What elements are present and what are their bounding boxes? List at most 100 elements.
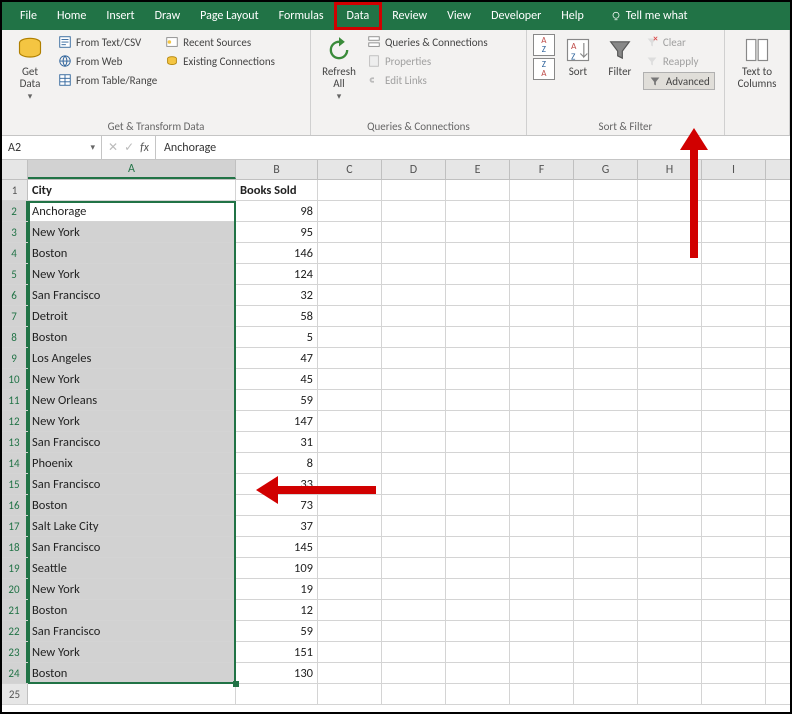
cell[interactable] [318, 264, 382, 284]
cell[interactable]: 59 [236, 390, 318, 410]
cell[interactable] [574, 642, 638, 662]
cell[interactable] [702, 201, 766, 221]
cell[interactable] [574, 411, 638, 431]
cell[interactable]: Detroit [28, 306, 236, 326]
cell[interactable] [318, 306, 382, 326]
row-header[interactable]: 14 [2, 453, 28, 473]
cell[interactable]: New Orleans [28, 390, 236, 410]
cell[interactable] [638, 201, 702, 221]
cell[interactable]: 33 [236, 474, 318, 494]
cell[interactable] [574, 264, 638, 284]
cell[interactable] [638, 327, 702, 347]
existing-connections-button[interactable]: Existing Connections [163, 53, 277, 69]
tab-page-layout[interactable]: Page Layout [190, 2, 268, 30]
cell[interactable] [574, 621, 638, 641]
cell[interactable] [318, 180, 382, 200]
cell[interactable] [702, 537, 766, 557]
cell[interactable] [510, 264, 574, 284]
row-header[interactable]: 12 [2, 411, 28, 431]
row-header[interactable]: 15 [2, 474, 28, 494]
row-header[interactable]: 18 [2, 537, 28, 557]
from-table-range-button[interactable]: From Table/Range [56, 72, 159, 88]
cell[interactable] [318, 390, 382, 410]
cell[interactable] [574, 579, 638, 599]
cell[interactable] [638, 684, 702, 704]
cell[interactable] [382, 621, 446, 641]
cell[interactable] [638, 600, 702, 620]
sort-button[interactable]: AZ Sort [559, 34, 597, 78]
cell[interactable] [510, 516, 574, 536]
recent-sources-button[interactable]: Recent Sources [163, 34, 277, 50]
cell[interactable] [574, 180, 638, 200]
col-header-A[interactable]: A [28, 160, 236, 179]
cell[interactable] [638, 390, 702, 410]
cell[interactable] [318, 432, 382, 452]
cell[interactable] [382, 558, 446, 578]
tab-file[interactable]: File [10, 2, 47, 30]
cell[interactable] [446, 306, 510, 326]
cell[interactable] [446, 474, 510, 494]
cell[interactable] [382, 495, 446, 515]
cell[interactable] [702, 474, 766, 494]
cell[interactable] [638, 495, 702, 515]
cell[interactable] [510, 579, 574, 599]
cell[interactable] [638, 537, 702, 557]
cell[interactable] [446, 264, 510, 284]
cell[interactable] [574, 453, 638, 473]
row-header[interactable]: 7 [2, 306, 28, 326]
cell[interactable] [382, 663, 446, 683]
cell[interactable] [510, 285, 574, 305]
get-data-button[interactable]: Get Data ▾ [8, 34, 52, 102]
cell[interactable]: Books Sold [236, 180, 318, 200]
row-header[interactable]: 19 [2, 558, 28, 578]
cell[interactable] [702, 495, 766, 515]
cell[interactable]: 47 [236, 348, 318, 368]
cell[interactable]: New York [28, 222, 236, 242]
cell[interactable] [702, 411, 766, 431]
cell[interactable] [28, 684, 236, 704]
cell[interactable] [510, 495, 574, 515]
cell[interactable] [702, 285, 766, 305]
cell[interactable] [638, 243, 702, 263]
cell[interactable] [510, 474, 574, 494]
cell[interactable] [318, 453, 382, 473]
cell[interactable] [446, 222, 510, 242]
cell[interactable] [638, 369, 702, 389]
cell[interactable] [446, 243, 510, 263]
cell[interactable] [318, 663, 382, 683]
cell[interactable]: 37 [236, 516, 318, 536]
cell[interactable]: New York [28, 369, 236, 389]
cell[interactable] [382, 432, 446, 452]
cell[interactable] [510, 663, 574, 683]
cell[interactable] [574, 495, 638, 515]
row-header[interactable]: 10 [2, 369, 28, 389]
cell[interactable] [382, 390, 446, 410]
cell[interactable] [510, 600, 574, 620]
cell[interactable]: Boston [28, 495, 236, 515]
cell[interactable] [446, 201, 510, 221]
cell[interactable] [318, 579, 382, 599]
cell[interactable] [574, 474, 638, 494]
cell[interactable] [382, 285, 446, 305]
cell[interactable] [638, 516, 702, 536]
cell[interactable]: Los Angeles [28, 348, 236, 368]
text-to-columns-button[interactable]: Text to Columns [731, 34, 783, 90]
cell[interactable] [318, 411, 382, 431]
cell[interactable] [574, 285, 638, 305]
cell[interactable] [382, 180, 446, 200]
tab-formulas[interactable]: Formulas [269, 2, 334, 30]
cell[interactable]: Phoenix [28, 453, 236, 473]
cell[interactable]: 12 [236, 600, 318, 620]
spreadsheet-grid[interactable]: ABCDEFGHI 1CityBooks Sold2Anchorage983Ne… [2, 160, 790, 705]
cell[interactable]: Boston [28, 663, 236, 683]
cell[interactable] [702, 621, 766, 641]
cell[interactable]: 59 [236, 621, 318, 641]
cell[interactable] [318, 474, 382, 494]
cell[interactable] [574, 369, 638, 389]
row-header[interactable]: 4 [2, 243, 28, 263]
cell[interactable] [510, 411, 574, 431]
cell[interactable] [382, 684, 446, 704]
cell[interactable] [318, 222, 382, 242]
cell[interactable] [638, 642, 702, 662]
cell[interactable] [638, 285, 702, 305]
